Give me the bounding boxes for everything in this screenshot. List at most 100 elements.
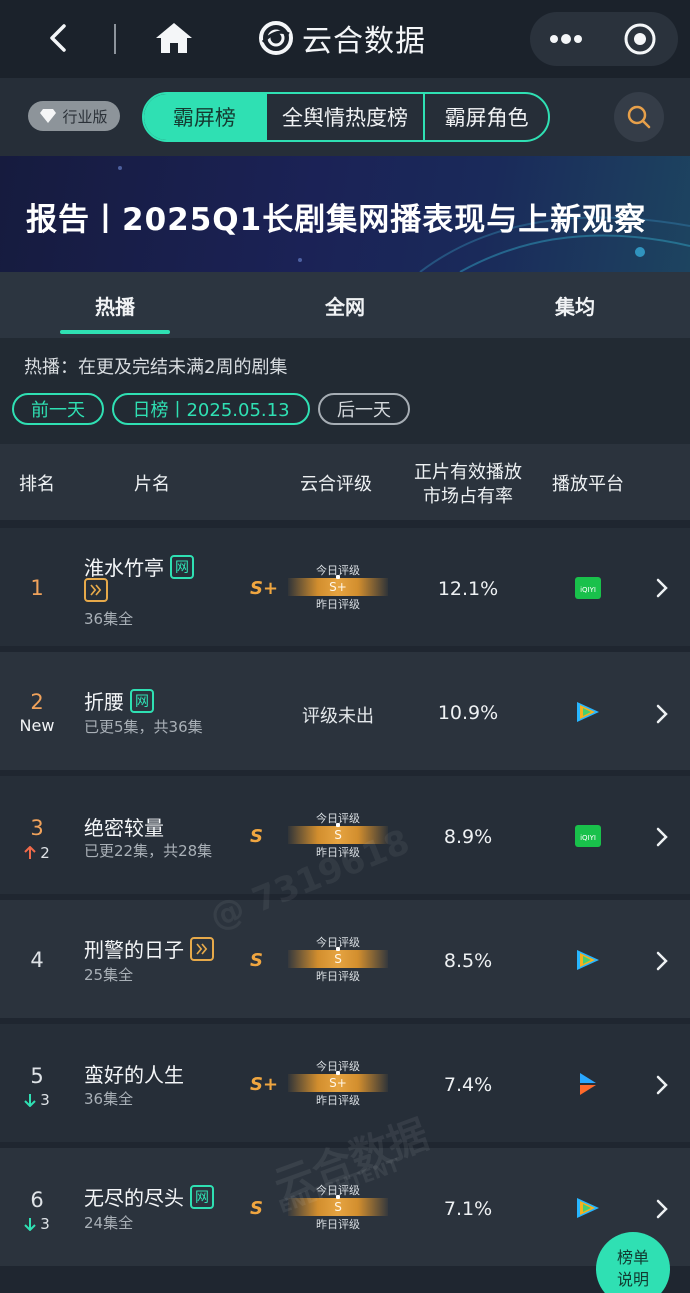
header-platform: 播放平台 <box>552 474 624 495</box>
grade-gauge: 今日评级 S+ 昨日评级 <box>288 1058 388 1108</box>
segment-dominance-roles[interactable]: 霸屏角色 <box>425 94 548 140</box>
header-share-line1: 正片有效播放 <box>414 462 522 483</box>
rank-change-value: 2 <box>40 844 50 862</box>
gauge-yesterday-label: 昨日评级 <box>316 598 360 611</box>
web-drama-tag: 网 <box>170 554 194 579</box>
gauge-bar: S+ <box>288 1071 388 1092</box>
chevron-right-icon[interactable] <box>654 1074 670 1096</box>
rank-scope-tabs: 热播 全网 集均 <box>0 272 690 338</box>
header-rank: 排名 <box>19 474 55 495</box>
more-icon[interactable] <box>546 22 586 56</box>
back-arrow-icon[interactable] <box>42 20 78 56</box>
close-target-icon[interactable] <box>620 20 660 58</box>
title-line: 刑警的日子 <box>84 934 214 963</box>
header-grade: 云合评级 <box>300 474 372 495</box>
rank-number: 5 <box>30 1064 44 1088</box>
arrow-down-icon <box>24 1218 36 1231</box>
fast-forward-tag-icon <box>190 936 214 961</box>
rank-type-segmented-control: 霸屏榜 全舆情热度榜 霸屏角色 <box>142 92 550 142</box>
drama-title: 绝密较量 <box>84 816 164 840</box>
episode-status: 已更5集，共36集 <box>84 718 203 736</box>
hot-definition-text: 热播：在更及完结未满2周的剧集 <box>24 357 288 378</box>
rank-change: 3 <box>0 1091 74 1109</box>
app-name: 云合数据 <box>302 24 426 59</box>
report-banner[interactable]: 报告丨2025Q1长剧集网播表现与上新观察 <box>0 156 690 272</box>
tab-hot[interactable]: 热播 <box>0 272 230 338</box>
grade-badge: S <box>250 826 263 847</box>
table-row[interactable]: 2 New 折腰 网 已更5集，共36集 评级未出 10.9% <box>0 652 690 770</box>
header-share-line2: 市场占有率 <box>423 486 513 507</box>
banner-title: 报告丨2025Q1长剧集网播表现与上新观察 <box>26 202 647 238</box>
grade-badge: S <box>250 1198 263 1219</box>
fab-line2: 说明 <box>616 1270 649 1289</box>
drama-title: 无尽的尽头 <box>84 1186 184 1210</box>
gauge-bar: S <box>288 947 388 968</box>
chevron-right-icon[interactable] <box>654 703 670 725</box>
tab-all-network[interactable]: 全网 <box>230 272 460 338</box>
tab-per-episode[interactable]: 集均 <box>460 272 690 338</box>
drama-title: 刑警的日子 <box>84 938 184 962</box>
grade-gauge: 今日评级 S+ 昨日评级 <box>288 562 388 612</box>
youku-logo-icon <box>580 1073 596 1095</box>
title-line: 绝密较量 <box>84 812 164 841</box>
gauge-yesterday-label: 昨日评级 <box>316 970 360 983</box>
episode-status: 24集全 <box>84 1214 134 1232</box>
next-day-button[interactable]: 后一天 <box>318 393 410 425</box>
rank-number: 3 <box>30 816 44 840</box>
rank-number: 2 <box>30 690 44 714</box>
drama-title: 折腰 <box>84 690 124 714</box>
search-button[interactable] <box>614 92 664 142</box>
new-entry-label: New <box>19 716 55 735</box>
gauge-yesterday-label: 昨日评级 <box>316 1094 360 1107</box>
table-row[interactable]: 4 刑警的日子 25集全 S 今日评级 S 昨日评级 8.5% <box>0 900 690 1018</box>
chevron-right-icon[interactable] <box>654 1198 670 1220</box>
grade-badge: S+ <box>250 1074 279 1095</box>
gauge-bar: S <box>288 1195 388 1216</box>
chevron-right-icon[interactable] <box>654 577 670 599</box>
chevron-right-icon[interactable] <box>654 950 670 972</box>
diamond-icon <box>40 109 57 123</box>
chevron-right-icon[interactable] <box>654 826 670 848</box>
grade-gauge: 今日评级 S 昨日评级 <box>288 934 388 984</box>
market-share-value: 7.1% <box>443 1198 493 1220</box>
episode-status: 36集全 <box>84 1090 134 1108</box>
drama-title: 淮水竹亭 <box>84 556 164 580</box>
segment-dominance-rank[interactable]: 霸屏榜 <box>144 94 267 140</box>
table-row[interactable]: 3 2 绝密较量 已更22集，共28集 S 今日评级 S 昨日评级 8.9% i… <box>0 776 690 894</box>
rank-change-value: 3 <box>40 1091 50 1109</box>
home-icon[interactable] <box>154 20 194 56</box>
fast-forward-tag-icon <box>84 578 108 602</box>
date-filter-area: 热播：在更及完结未满2周的剧集 前一天 日榜丨2025.05.13 后一天 <box>0 338 690 444</box>
gauge-yesterday-label: 昨日评级 <box>316 846 360 859</box>
table-row[interactable]: 6 3 无尽的尽头 网 24集全 S 今日评级 S 昨日评级 7.1% <box>0 1148 690 1266</box>
rank-change-value: 3 <box>40 1215 50 1233</box>
market-share-value: 8.5% <box>443 950 493 972</box>
episode-status: 36集全 <box>84 610 134 628</box>
web-drama-tag: 网 <box>130 688 154 713</box>
arrow-down-icon <box>24 1094 36 1107</box>
gauge-bar: S <box>288 823 388 844</box>
brand-logo-icon <box>259 21 293 55</box>
segment-public-opinion-rank[interactable]: 全舆情热度榜 <box>267 94 426 140</box>
top-bar: 云合数据 <box>0 0 690 78</box>
grade-badge: S <box>250 950 263 971</box>
grade-pending-text: 评级未出 <box>302 706 374 727</box>
market-share-value: 7.4% <box>443 1074 493 1096</box>
tencent-video-logo-icon <box>577 1198 599 1218</box>
svg-text:iQIYI: iQIYI <box>580 834 596 842</box>
table-row[interactable]: 1 淮水竹亭 网 36集全 S+ 今日评级 S+ 昨日评级 12.1% iQIY… <box>0 528 690 646</box>
industry-edition-badge[interactable]: 行业版 <box>28 101 120 131</box>
divider <box>114 24 116 54</box>
rank-change: 2 <box>0 844 74 862</box>
industry-label: 行业版 <box>62 107 108 126</box>
episode-status: 已更22集，共28集 <box>84 842 213 860</box>
prev-day-button[interactable]: 前一天 <box>12 393 104 425</box>
market-share-value: 12.1% <box>437 578 499 600</box>
date-picker-pill[interactable]: 日榜丨2025.05.13 <box>112 393 310 425</box>
app-brand: 云合数据 <box>258 18 426 59</box>
title-line: 无尽的尽头 网 <box>84 1182 214 1211</box>
rank-type-bar: 行业版 霸屏榜 全舆情热度榜 霸屏角色 <box>0 78 690 156</box>
title-line: 折腰 网 <box>84 686 154 715</box>
table-row[interactable]: 5 3 蛮好的人生 36集全 S+ 今日评级 S+ 昨日评级 7.4% <box>0 1024 690 1142</box>
title-line: 淮水竹亭 网 <box>84 552 194 581</box>
